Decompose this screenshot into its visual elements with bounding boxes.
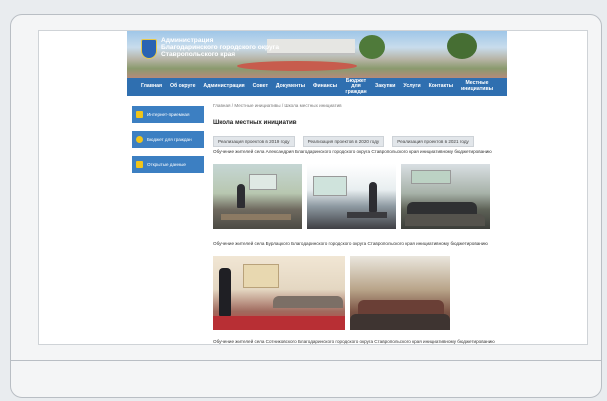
audience — [405, 214, 485, 226]
nav-item-about[interactable]: Об округе — [170, 84, 195, 90]
sidebar-item-open-data[interactable]: Открытые данные — [132, 156, 204, 173]
audience — [407, 202, 477, 214]
web-page: Администрация Благодаринского городского… — [38, 30, 588, 345]
tab-2020[interactable]: Реализация проектов в 2020 году — [302, 136, 385, 147]
photo-meeting[interactable] — [307, 164, 396, 229]
site-title[interactable]: Администрация Благодаринского городского… — [161, 37, 311, 58]
coat-of-arms-icon[interactable] — [141, 39, 157, 59]
sidebar: Интернет-приемная Бюджет для граждан Отк… — [132, 106, 204, 181]
person — [219, 268, 231, 316]
photo-caption: Обучение жителей села Сотниковского Благ… — [213, 339, 495, 344]
photo-meeting[interactable] — [401, 164, 490, 229]
audience — [273, 296, 343, 308]
photo-caption: Обучение жителей села Бурлацкого Благода… — [213, 241, 488, 246]
nav-item-services[interactable]: Услуги — [403, 84, 420, 90]
desk — [221, 214, 291, 220]
nav-item-home[interactable]: Главная — [141, 84, 162, 90]
tab-2019[interactable]: Реализация проектов в 2019 году — [213, 136, 295, 147]
board — [249, 174, 277, 190]
desk — [347, 212, 387, 218]
data-icon — [136, 161, 143, 168]
coin-icon — [136, 136, 143, 143]
tab-2021[interactable]: Реализация проектов в 2021 году — [392, 136, 474, 147]
photo-caption: Обучение жителей села Александрия Благод… — [213, 149, 492, 154]
header-banner: Администрация Благодаринского городского… — [127, 31, 507, 78]
wall-map — [243, 264, 279, 288]
audience — [350, 314, 450, 330]
nav-item-administration[interactable]: Администрация — [203, 84, 244, 90]
banner-flowerbed — [237, 61, 357, 71]
nav-item-council[interactable]: Совет — [253, 84, 268, 90]
main-nav: Главная Об округе Администрация Совет До… — [127, 78, 507, 96]
person — [237, 184, 245, 208]
banner-tree — [359, 35, 385, 59]
person — [369, 182, 377, 212]
sidebar-item-label: Открытые данные — [147, 162, 186, 167]
sidebar-item-label: Бюджет для граждан — [147, 137, 192, 142]
sidebar-item-reception[interactable]: Интернет-приемная — [132, 106, 204, 123]
breadcrumb[interactable]: Главная / Местные инициативы / Школа мес… — [213, 103, 342, 108]
page-title: Школа местных инициатив — [213, 119, 297, 126]
projection-screen — [313, 176, 347, 196]
table — [213, 316, 345, 330]
year-tabs: Реализация проектов в 2019 году Реализац… — [213, 136, 474, 147]
photo-meeting[interactable] — [213, 256, 345, 330]
banner-tree — [447, 33, 477, 59]
nav-item-budget[interactable]: Бюджет для граждан — [345, 78, 367, 96]
mail-icon — [136, 111, 143, 118]
nav-item-local-initiatives[interactable]: Местные инициативы — [461, 81, 493, 92]
window-footer — [10, 360, 602, 398]
board — [411, 170, 451, 184]
sidebar-item-label: Интернет-приемная — [147, 112, 190, 117]
nav-item-procurement[interactable]: Закупки — [375, 84, 396, 90]
nav-item-contacts[interactable]: Контакты — [429, 84, 453, 90]
nav-item-finance[interactable]: Финансы — [313, 84, 337, 90]
nav-item-documents[interactable]: Документы — [276, 84, 305, 90]
sidebar-item-budget[interactable]: Бюджет для граждан — [132, 131, 204, 148]
photo-meeting[interactable] — [213, 164, 302, 229]
photo-meeting[interactable] — [350, 256, 450, 330]
